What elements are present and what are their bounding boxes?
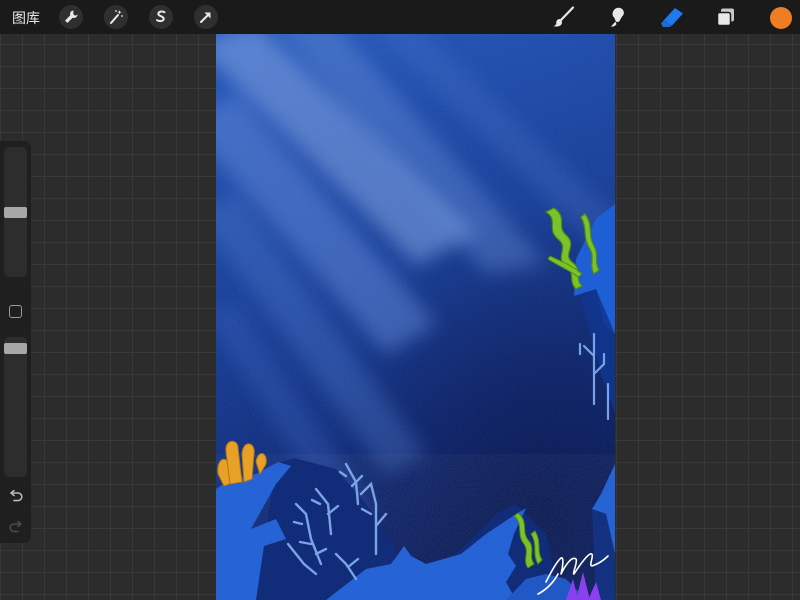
layers-button[interactable] bbox=[713, 5, 739, 29]
eraser-icon bbox=[661, 8, 683, 27]
redo-icon bbox=[8, 521, 22, 533]
paint-tool-button[interactable] bbox=[551, 5, 577, 29]
brush-size-slider-thumb[interactable] bbox=[4, 206, 27, 218]
actions-button[interactable] bbox=[59, 5, 83, 29]
layers-icon bbox=[716, 8, 734, 27]
undo-button[interactable] bbox=[5, 487, 26, 507]
undo-icon bbox=[9, 490, 23, 502]
redo-button[interactable] bbox=[5, 518, 26, 538]
smudge-tool-button[interactable] bbox=[605, 5, 631, 29]
underwater-reef-artwork bbox=[216, 34, 615, 600]
erase-tool-button[interactable] bbox=[659, 5, 685, 29]
modify-button[interactable] bbox=[9, 305, 22, 318]
selection-s-icon bbox=[156, 10, 166, 23]
smudge-icon bbox=[611, 7, 624, 27]
arrow-icon bbox=[200, 12, 211, 23]
transform-button[interactable] bbox=[194, 5, 218, 29]
adjustments-button[interactable] bbox=[104, 5, 128, 29]
color-picker-button[interactable] bbox=[770, 7, 792, 29]
brush-icon bbox=[553, 6, 575, 27]
gallery-button[interactable]: 图库 bbox=[12, 8, 40, 28]
opacity-slider-thumb[interactable] bbox=[4, 343, 27, 355]
drawing-canvas[interactable] bbox=[216, 34, 615, 600]
left-sidebar bbox=[0, 141, 31, 543]
magic-wand-icon bbox=[110, 10, 123, 24]
selection-button[interactable] bbox=[149, 5, 173, 29]
wrench-icon bbox=[65, 10, 78, 23]
top-toolbar: 图库 bbox=[0, 0, 800, 34]
opacity-slider[interactable] bbox=[4, 337, 27, 477]
